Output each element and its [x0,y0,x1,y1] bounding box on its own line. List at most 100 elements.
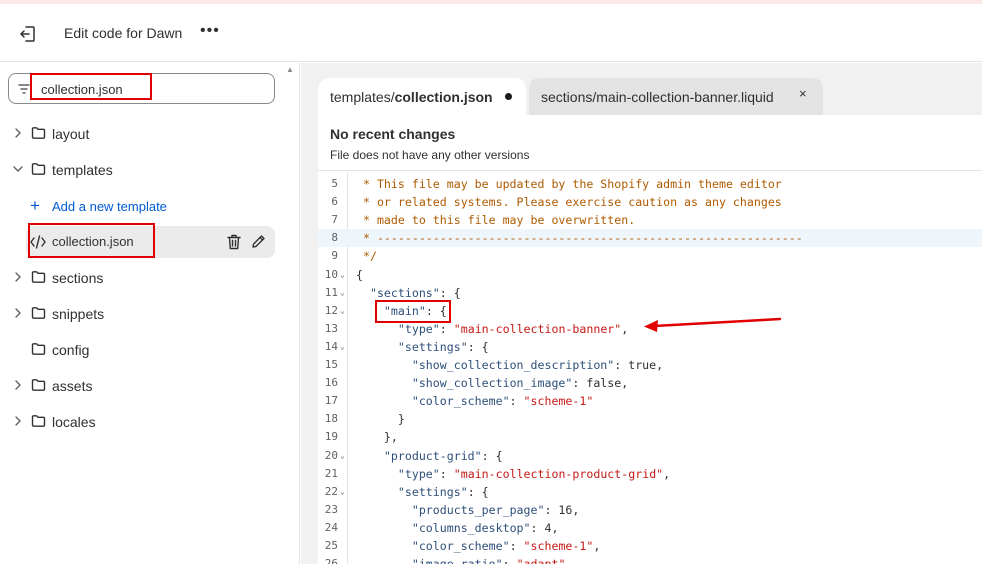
annotation-arrow-icon [644,317,782,332]
line-number: 14 [324,339,338,353]
line-number: 23 [324,502,338,516]
code-line: 5 * This file may be updated by the Shop… [318,175,982,193]
code-line: 25 "color_scheme": "scheme-1", [318,537,982,555]
fold-chevron-icon[interactable]: ⌄ [340,288,345,297]
code-line: 24 "columns_desktop": 4, [318,519,982,537]
code-line: 15 "show_collection_description": true, [318,356,982,374]
plus-icon: + [30,196,40,215]
code-line: 20 ⌄ "product-grid": { [318,447,982,465]
top-bar: Edit code for Dawn ••• [0,4,982,62]
code-text: "sections": { [369,285,461,300]
code-editor[interactable]: 5 * This file may be updated by the Shop… [318,172,982,564]
folder-icon [31,343,46,355]
folder-snippets[interactable]: snippets [0,300,280,328]
tab-bar: templates/collection.json sections/main-… [318,78,982,115]
line-number: 20 [324,448,338,462]
file-name: collection.json [52,234,134,249]
add-template-label: Add a new template [52,199,167,214]
line-number: 24 [324,520,338,534]
folder-assets[interactable]: assets [0,372,280,400]
code-line: 18 } [318,410,982,428]
code-text: "columns_desktop": 4, [411,520,559,535]
code-line: 14 ⌄ "settings": { [318,338,982,356]
line-number: 9 [331,249,338,263]
file-sidebar: ▲ collection.json + Add a new template c… [0,63,300,564]
line-number: 8 [331,231,338,245]
chevron-right-icon[interactable] [13,380,23,390]
tab-label: sections/main-collection-banner.liquid [541,89,774,105]
chevron-down-icon[interactable] [13,164,23,174]
code-text: */ [356,249,377,264]
tab-label: templates/collection.json [330,89,493,105]
code-text: * This file may be updated by the Shopif… [356,177,782,191]
line-number: 19 [324,430,338,444]
folder-icon [31,127,46,139]
line-number: 22 [324,484,338,498]
tab-collection-json[interactable]: templates/collection.json [318,78,526,115]
code-text: { [356,267,363,282]
fold-chevron-icon[interactable]: ⌄ [340,270,345,279]
fold-chevron-icon[interactable]: ⌄ [340,342,345,351]
tab-main-collection-banner[interactable]: sections/main-collection-banner.liquid × [529,78,823,115]
code-file-icon [30,235,46,249]
line-number: 26 [324,557,338,564]
close-icon[interactable]: × [799,86,807,101]
more-actions-button[interactable]: ••• [200,22,220,40]
file-item-collection-json[interactable]: collection.json [26,226,275,258]
code-text: * or related systems. Please exercise ca… [356,195,782,210]
folder-locales[interactable]: locales [0,408,280,436]
code-text: "product-grid": { [383,448,503,463]
folder-config[interactable]: config [0,336,280,364]
code-line: 19 }, [318,428,982,446]
code-text: * --------------------------------------… [356,231,803,246]
chevron-right-icon[interactable] [13,128,23,138]
fold-chevron-icon[interactable]: ⌄ [340,487,345,496]
code-line: 10 ⌄ { [318,266,982,284]
exit-icon[interactable] [18,24,38,44]
line-number: 7 [331,213,338,227]
folder-icon [31,271,46,283]
code-text: "products_per_page": 16, [411,502,580,517]
line-number: 16 [324,376,338,390]
fold-chevron-icon[interactable]: ⌄ [340,306,345,315]
trash-icon[interactable] [227,234,241,250]
filter-icon [18,84,30,94]
code-line: 6 * or related systems. Please exercise … [318,193,982,211]
version-info: No recent changes File does not have any… [318,115,982,171]
folder-label: snippets [52,306,105,322]
folder-icon [31,307,46,319]
code-line: 8 * ------------------------------------… [318,229,982,248]
line-number: 5 [331,177,338,190]
folder-templates[interactable]: templates [0,156,280,184]
code-text: "type": "main-collection-banner", [397,321,629,336]
code-text: "color_scheme": "scheme-1" [411,394,594,409]
line-number: 11 [324,285,338,299]
file-search-input[interactable]: collection.json [8,73,275,104]
code-text: "settings": { [397,484,489,499]
line-number: 18 [324,412,338,426]
chevron-right-icon[interactable] [13,272,23,282]
code-text: "color_scheme": "scheme-1", [411,539,601,553]
code-line: 21 "type": "main-collection-product-grid… [318,465,982,483]
folder-icon [31,379,46,391]
code-text: }, [356,430,398,445]
pencil-icon[interactable] [251,234,266,249]
folder-label: templates [52,162,113,178]
folder-layout[interactable]: layout [0,120,280,148]
fold-chevron-icon[interactable]: ⌄ [340,451,345,460]
code-line: 17 "color_scheme": "scheme-1" [318,392,982,410]
code-text: "settings": { [397,339,489,354]
scroll-up-arrow-icon[interactable]: ▲ [286,65,294,74]
line-number: 15 [324,358,338,371]
line-number: 13 [324,321,338,335]
code-text: "image_ratio": "adapt" [356,557,566,564]
folder-icon [31,163,46,175]
folder-sections[interactable]: sections [0,264,280,292]
page-title: Edit code for Dawn [64,25,183,41]
line-number: 25 [324,539,338,552]
line-number: 10 [324,267,338,281]
code-text: "main": { [383,303,447,318]
chevron-right-icon[interactable] [13,416,23,426]
chevron-right-icon[interactable] [13,308,23,318]
changes-subtitle: File does not have any other versions [330,148,530,162]
